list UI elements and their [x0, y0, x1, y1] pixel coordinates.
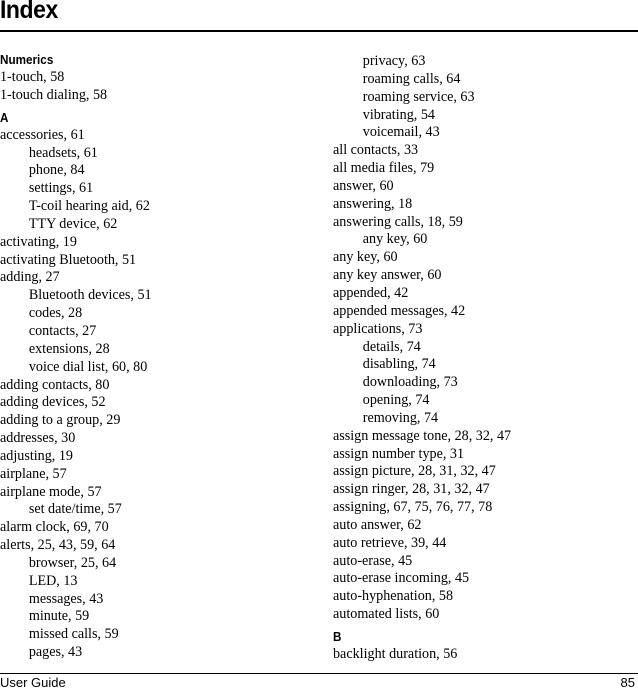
index-entry: auto-hyphenation, 58: [333, 587, 454, 605]
index-entry: any key answer, 60: [333, 266, 442, 284]
index-entry: automated lists, 60: [333, 605, 440, 623]
index-subentry: minute, 59: [28, 607, 90, 625]
index-entry: any key, 60: [333, 248, 398, 266]
footer-divider: [0, 673, 638, 674]
footer-page-number: 85: [620, 675, 635, 690]
index-entry: auto answer, 62: [333, 515, 422, 533]
page-title: Index: [0, 0, 58, 24]
index-entry: assign ringer, 28, 31, 32, 47: [333, 480, 490, 498]
index-entry: addresses, 30: [0, 429, 76, 447]
index-entry: answering, 18: [333, 194, 413, 212]
index-entry: 1-touch dialing, 58: [0, 85, 108, 103]
index-entry: assign number type, 31: [333, 444, 465, 462]
index-subentry: TTY device, 62: [28, 214, 118, 232]
index-entry: activating Bluetooth, 51: [0, 250, 137, 268]
index-entry: assigning, 67, 75, 76, 77, 78: [333, 498, 493, 516]
index-subentry: phone, 84: [28, 161, 85, 179]
index-entry: adding to a group, 29: [0, 411, 121, 429]
index-entry: all media files, 79: [333, 159, 435, 177]
index-entry: auto retrieve, 39, 44: [333, 533, 447, 551]
index-subentry: set date/time, 57: [28, 500, 122, 518]
index-subentry: vibrating, 54: [362, 105, 435, 123]
index-column-right: privacy, 63 roaming calls, 64 roaming serv…: [333, 52, 633, 663]
index-subentry: voicemail, 43: [362, 123, 440, 141]
index-subentry: downloading, 73: [362, 373, 458, 391]
index-entry: airplane, 57: [0, 464, 67, 482]
index-entry: adding contacts, 80: [0, 375, 110, 393]
index-entry: auto-erase, 45: [333, 551, 413, 569]
index-subentry: roaming calls, 64: [362, 69, 461, 87]
index-entry: accessories, 61: [0, 125, 85, 143]
index-entry: applications, 73: [333, 319, 423, 337]
index-section-heading: A: [0, 109, 9, 125]
index-subentry: pages, 43: [28, 643, 83, 661]
index-entry: alarm clock, 69, 70: [0, 518, 109, 536]
index-subentry: messages, 43: [28, 589, 104, 607]
index-subentry: LED, 13: [28, 571, 78, 589]
title-divider: [0, 30, 638, 32]
index-subentry: opening, 74: [362, 391, 430, 409]
index-entry: appended, 42: [333, 283, 409, 301]
index-entry: 1-touch, 58: [0, 68, 65, 85]
index-entry: answering calls, 18, 59: [333, 212, 463, 230]
index-subentry: settings, 61: [28, 179, 94, 197]
index-subentry: codes, 28: [28, 304, 83, 322]
index-subentry: roaming service, 63: [362, 87, 475, 105]
index-entry: adding devices, 52: [0, 393, 106, 411]
index-entry: backlight duration, 56: [333, 645, 458, 662]
footer-document-title: User Guide: [0, 675, 66, 690]
index-subentry: Bluetooth devices, 51: [28, 286, 152, 304]
index-subentry: disabling, 74: [362, 355, 436, 373]
index-section-heading: B: [333, 629, 342, 644]
index-subentry: browser, 25, 64: [28, 553, 117, 571]
index-entry: adding, 27: [0, 268, 60, 286]
index-entry: assign picture, 28, 31, 32, 47: [333, 462, 496, 480]
index-subentry: removing, 74: [362, 408, 439, 426]
index-subentry: missed calls, 59: [28, 625, 119, 643]
index-entry: auto-erase incoming, 45: [333, 569, 470, 587]
index-entry: assign message tone, 28, 32, 47: [333, 426, 512, 444]
index-subentry: T-coil hearing aid, 62: [28, 197, 150, 215]
index-entry: activating, 19: [0, 232, 77, 250]
index-entry: alerts, 25, 43, 59, 64: [0, 536, 116, 554]
index-subentry: privacy, 63: [362, 52, 426, 69]
index-subentry: any key, 60: [362, 230, 428, 248]
index-section-heading: Numerics: [0, 52, 54, 67]
index-subentry: contacts, 27: [28, 321, 97, 339]
index-entry: adjusting, 19: [0, 446, 73, 464]
index-subentry: extensions, 28: [28, 339, 110, 357]
index-subentry: headsets, 61: [28, 143, 98, 161]
index-subentry: details, 74: [362, 337, 421, 355]
index-subentry: voice dial list, 60, 80: [28, 357, 148, 375]
index-entry: all contacts, 33: [333, 141, 419, 159]
index-entry: answer, 60: [333, 176, 394, 194]
index-column-left: Numerics 1-touch, 58 1-touch dialing, 58 Aa…: [0, 51, 318, 661]
index-entry: appended messages, 42: [333, 301, 466, 319]
index-entry: airplane mode, 57: [0, 482, 102, 500]
